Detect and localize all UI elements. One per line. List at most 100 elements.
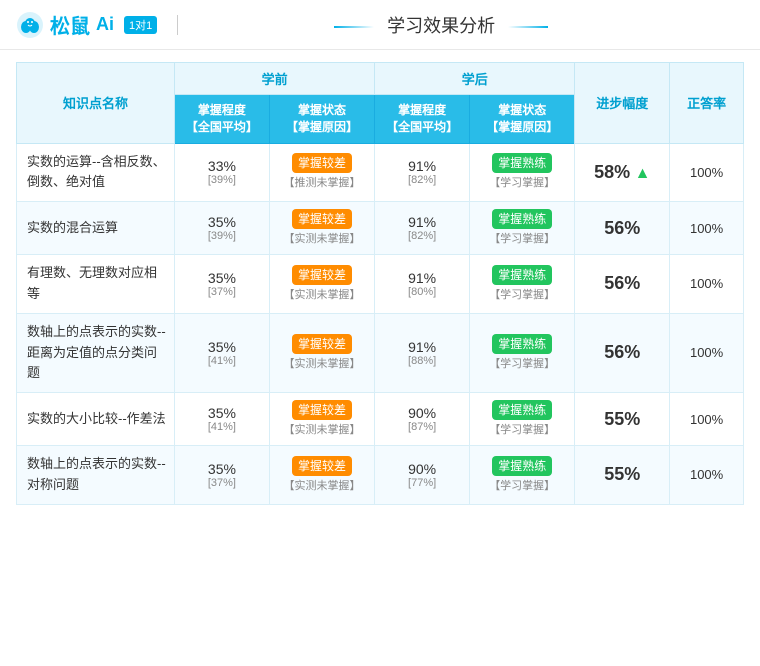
cell-after-percent: 91% [88%]: [375, 313, 470, 392]
after-note: 【学习掌握】: [476, 355, 568, 371]
after-note: 【学习掌握】: [476, 477, 568, 493]
cell-before-national: [37%]: [181, 477, 263, 489]
cell-name: 实数的运算--含相反数、倒数、绝对值: [17, 143, 175, 202]
cell-advance: 56%: [575, 202, 670, 255]
cell-advance: 56%: [575, 313, 670, 392]
before-note: 【实测未掌握】: [276, 477, 368, 493]
header-divider: [177, 15, 178, 35]
logo-area: 松鼠 Ai 1对1: [16, 10, 157, 39]
cell-after-percent: 91% [82%]: [375, 202, 470, 255]
cell-advance: 58% ▲: [575, 143, 670, 202]
cell-after-percent: 91% [80%]: [375, 255, 470, 314]
cell-after-badge: 掌握熟练 【学习掌握】: [470, 313, 575, 392]
cell-after-national: [80%]: [381, 286, 463, 298]
subheader-before-degree: 掌握程度 【全国平均】: [175, 95, 270, 144]
subheader-before-state: 掌握状态 【掌握原因】: [269, 95, 374, 144]
cell-after-percent: 90% [87%]: [375, 393, 470, 446]
logo-ai: Ai: [96, 14, 114, 35]
cell-after-badge: 掌握熟练 【学习掌握】: [470, 255, 575, 314]
before-badge: 掌握较差: [292, 153, 352, 173]
cell-after-national: [82%]: [381, 174, 463, 186]
cell-correct: 100%: [670, 393, 744, 446]
subheader-after-degree: 掌握程度 【全国平均】: [375, 95, 470, 144]
cell-advance: 55%: [575, 393, 670, 446]
cell-after-percent: 90% [77%]: [375, 446, 470, 505]
cell-correct: 100%: [670, 313, 744, 392]
cell-correct: 100%: [670, 446, 744, 505]
table-row: 数轴上的点表示的实数--距离为定值的点分类问题 35% [41%] 掌握较差 【…: [17, 313, 744, 392]
table-row: 实数的运算--含相反数、倒数、绝对值 33% [39%] 掌握较差 【推测未掌握…: [17, 143, 744, 202]
cell-after-national: [82%]: [381, 230, 463, 242]
cell-name: 实数的混合运算: [17, 202, 175, 255]
before-badge: 掌握较差: [292, 209, 352, 229]
table-body: 实数的运算--含相反数、倒数、绝对值 33% [39%] 掌握较差 【推测未掌握…: [17, 143, 744, 504]
cell-after-badge: 掌握熟练 【学习掌握】: [470, 202, 575, 255]
after-note: 【学习掌握】: [476, 421, 568, 437]
before-badge: 掌握较差: [292, 334, 352, 354]
cell-before-badge: 掌握较差 【实测未掌握】: [269, 202, 374, 255]
squirrel-icon: [16, 11, 44, 39]
header: 松鼠 Ai 1对1 学习效果分析: [0, 0, 760, 50]
up-arrow-icon: ▲: [630, 165, 650, 182]
table-container: 知识点名称 学前 学后 进步幅度 正答率 掌握程度 【全国平均】 掌握状态 【掌…: [0, 50, 760, 521]
table-row: 有理数、无理数对应相等 35% [37%] 掌握较差 【实测未掌握】 91% […: [17, 255, 744, 314]
after-badge: 掌握熟练: [492, 209, 552, 229]
title-line-right: [508, 26, 548, 28]
subheader-after-state: 掌握状态 【掌握原因】: [470, 95, 575, 144]
col-name-header: 知识点名称: [17, 63, 175, 144]
cell-after-percent: 91% [82%]: [375, 143, 470, 202]
group-header-row: 知识点名称 学前 学后 进步幅度 正答率: [17, 63, 744, 95]
cell-before-badge: 掌握较差 【实测未掌握】: [269, 393, 374, 446]
before-note: 【实测未掌握】: [276, 355, 368, 371]
logo-text: 松鼠: [50, 10, 90, 39]
before-badge: 掌握较差: [292, 265, 352, 285]
cell-correct: 100%: [670, 255, 744, 314]
analysis-table: 知识点名称 学前 学后 进步幅度 正答率 掌握程度 【全国平均】 掌握状态 【掌…: [16, 62, 744, 505]
cell-advance: 56%: [575, 255, 670, 314]
col-after-header: 学后: [375, 63, 575, 95]
before-note: 【实测未掌握】: [276, 286, 368, 302]
page-title: 学习效果分析: [198, 12, 684, 38]
logo-badge: 1对1: [124, 16, 157, 34]
before-badge: 掌握较差: [292, 400, 352, 420]
cell-name: 数轴上的点表示的实数--对称问题: [17, 446, 175, 505]
cell-name: 有理数、无理数对应相等: [17, 255, 175, 314]
title-line-left: [334, 26, 374, 28]
table-row: 实数的混合运算 35% [39%] 掌握较差 【实测未掌握】 91% [82%]…: [17, 202, 744, 255]
before-note: 【推测未掌握】: [276, 174, 368, 190]
before-badge: 掌握较差: [292, 456, 352, 476]
cell-before-national: [39%]: [181, 230, 263, 242]
cell-before-percent: 35% [41%]: [175, 313, 270, 392]
cell-after-national: [87%]: [381, 421, 463, 433]
cell-before-badge: 掌握较差 【实测未掌握】: [269, 255, 374, 314]
cell-after-badge: 掌握熟练 【学习掌握】: [470, 446, 575, 505]
cell-before-percent: 35% [39%]: [175, 202, 270, 255]
before-note: 【实测未掌握】: [276, 230, 368, 246]
cell-before-percent: 35% [41%]: [175, 393, 270, 446]
before-note: 【实测未掌握】: [276, 421, 368, 437]
table-row: 数轴上的点表示的实数--对称问题 35% [37%] 掌握较差 【实测未掌握】 …: [17, 446, 744, 505]
cell-before-national: [39%]: [181, 174, 263, 186]
after-note: 【学习掌握】: [476, 230, 568, 246]
after-badge: 掌握熟练: [492, 265, 552, 285]
cell-before-badge: 掌握较差 【实测未掌握】: [269, 446, 374, 505]
cell-correct: 100%: [670, 202, 744, 255]
after-badge: 掌握熟练: [492, 153, 552, 173]
cell-before-percent: 33% [39%]: [175, 143, 270, 202]
cell-before-national: [41%]: [181, 355, 263, 367]
cell-name: 实数的大小比较--作差法: [17, 393, 175, 446]
cell-after-national: [88%]: [381, 355, 463, 367]
after-note: 【学习掌握】: [476, 286, 568, 302]
col-before-header: 学前: [175, 63, 375, 95]
cell-advance: 55%: [575, 446, 670, 505]
cell-after-badge: 掌握熟练 【学习掌握】: [470, 143, 575, 202]
after-note: 【学习掌握】: [476, 174, 568, 190]
table-row: 实数的大小比较--作差法 35% [41%] 掌握较差 【实测未掌握】 90% …: [17, 393, 744, 446]
cell-correct: 100%: [670, 143, 744, 202]
after-badge: 掌握熟练: [492, 334, 552, 354]
after-badge: 掌握熟练: [492, 456, 552, 476]
col-advance-header: 进步幅度: [575, 63, 670, 144]
cell-after-national: [77%]: [381, 477, 463, 489]
cell-after-badge: 掌握熟练 【学习掌握】: [470, 393, 575, 446]
cell-before-national: [41%]: [181, 421, 263, 433]
